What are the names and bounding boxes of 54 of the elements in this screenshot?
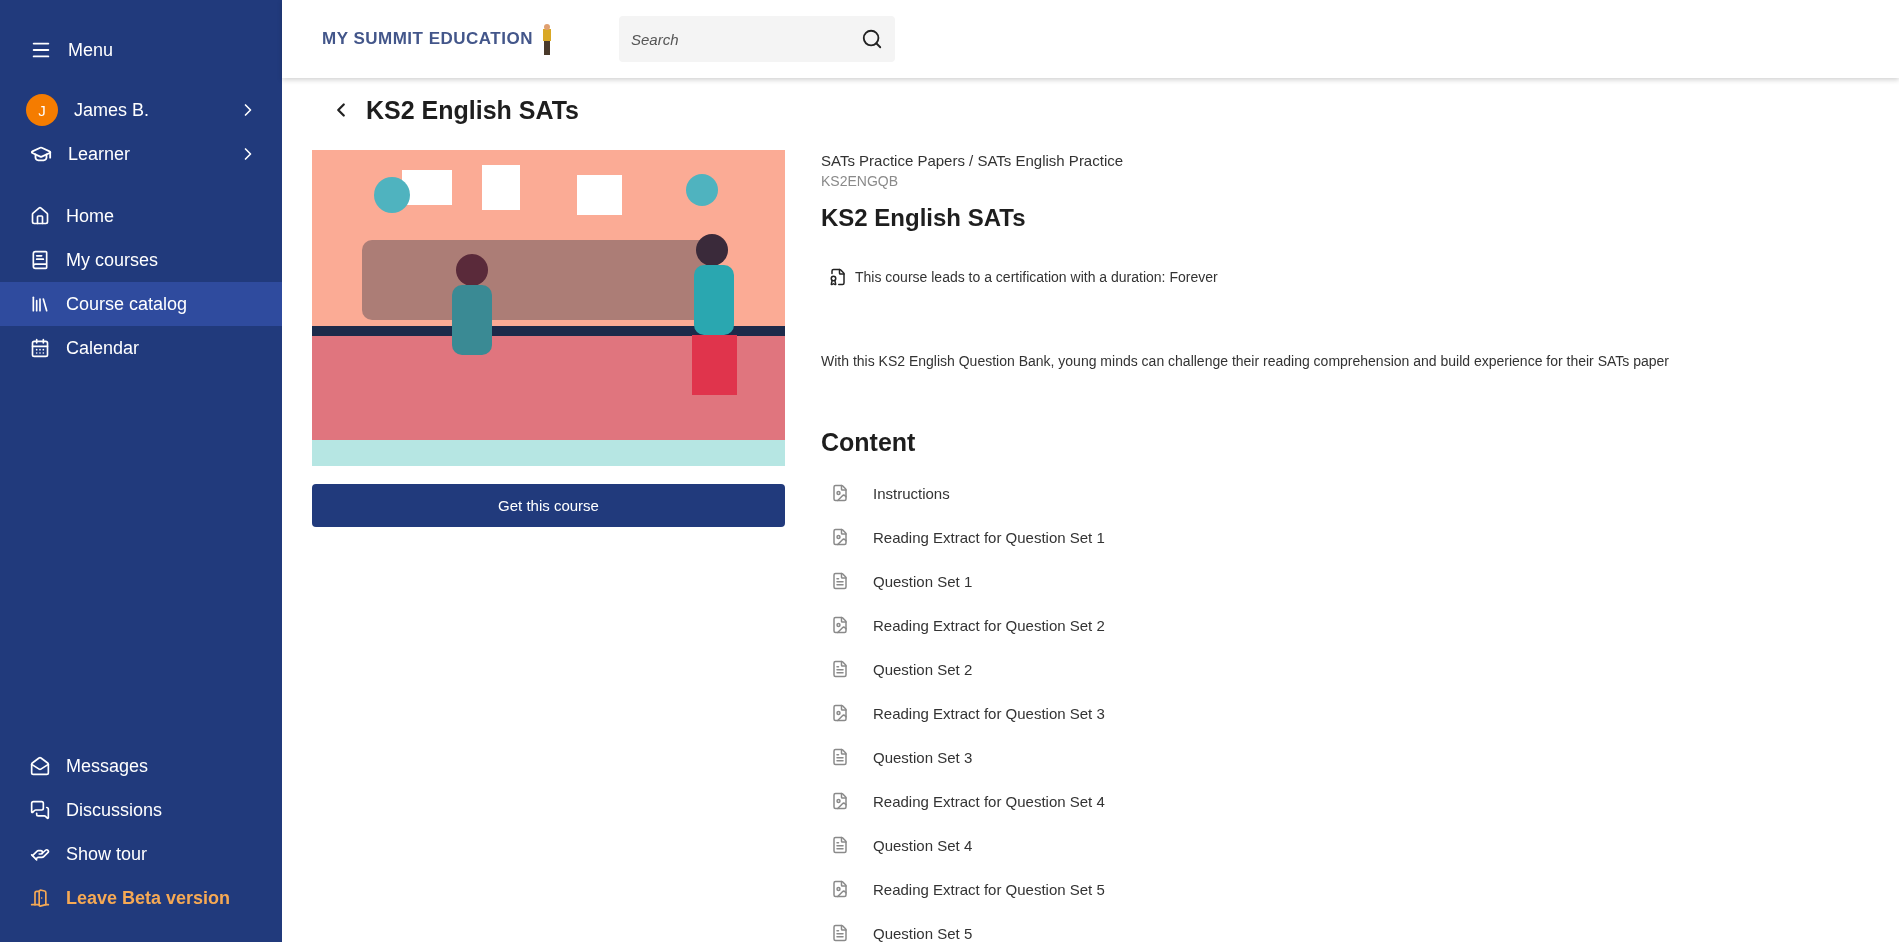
book-icon [30, 250, 50, 270]
search-icon [861, 28, 883, 50]
content-item[interactable]: Question Set 2 [821, 647, 1899, 691]
sidebar-item[interactable]: Discussions [0, 788, 282, 832]
avatar: J [26, 94, 58, 126]
content-item[interactable]: Reading Extract for Question Set 5 [821, 867, 1899, 911]
document-icon [831, 704, 849, 722]
document-icon [831, 616, 849, 634]
text-file-icon [831, 660, 849, 678]
section-heading: Content [821, 428, 917, 457]
page-title: KS2 English SATs [366, 95, 579, 125]
text-file-icon [831, 572, 849, 590]
document-icon [831, 792, 849, 810]
document-icon [831, 880, 849, 898]
home-icon [30, 206, 50, 226]
sidebar-item[interactable]: Home [0, 194, 282, 238]
sidebar-item[interactable]: My courses [0, 238, 282, 282]
sidebar-item[interactable]: Messages [0, 744, 282, 788]
document-icon [831, 528, 849, 546]
text-file-icon [831, 924, 849, 942]
logo: MY SUMMIT EDUCATION [322, 29, 533, 49]
document-icon [831, 484, 849, 502]
get-course-button[interactable]: Get this course [312, 484, 785, 527]
breadcrumb: SATs Practice Papers / SATs English Practice [821, 152, 1125, 169]
search-field[interactable]: Search [619, 16, 895, 62]
role-menu-item[interactable]: Learner [0, 132, 282, 176]
content-item[interactable]: Reading Extract for Question Set 3 [821, 691, 1899, 735]
hiker-icon [541, 23, 553, 55]
mail-icon [30, 756, 50, 776]
sidebar-item[interactable]: Show tour [0, 832, 282, 876]
certification-text: This course leads to a certification with a duration: Forever [855, 269, 1218, 285]
course-description: With this KS2 English Question Bank, young minds can challenge their reading comprehension and build experience for their SATs paper [821, 353, 1670, 369]
user-menu-item[interactable]: J James B. [0, 88, 282, 132]
content-item[interactable]: Question Set 1 [821, 559, 1899, 603]
certificate-icon [829, 268, 847, 286]
chat-icon [30, 800, 50, 820]
course-title: KS2 English SATs [821, 204, 1027, 232]
sidebar-item[interactable]: Calendar [0, 326, 282, 370]
text-file-icon [831, 836, 849, 854]
content-item[interactable]: Question Set 5 [821, 911, 1899, 942]
text-file-icon [831, 748, 849, 766]
menu-button[interactable]: Menu [0, 28, 282, 72]
content-item[interactable]: Reading Extract for Question Set 4 [821, 779, 1899, 823]
content-item[interactable]: Reading Extract for Question Set 2 [821, 603, 1899, 647]
sidebar-item[interactable]: Leave Beta version [0, 876, 282, 920]
door-icon [30, 888, 50, 908]
content-item[interactable]: Reading Extract for Question Set 1 [821, 515, 1899, 559]
course-code: KS2ENGQB [821, 173, 900, 189]
calendar-icon [30, 338, 50, 358]
library-icon [30, 294, 50, 314]
content-item[interactable]: Question Set 4 [821, 823, 1899, 867]
content-item[interactable]: Question Set 3 [821, 735, 1899, 779]
sidebar-item[interactable]: Course catalog [0, 282, 282, 326]
content-item[interactable]: Instructions [821, 471, 1899, 515]
